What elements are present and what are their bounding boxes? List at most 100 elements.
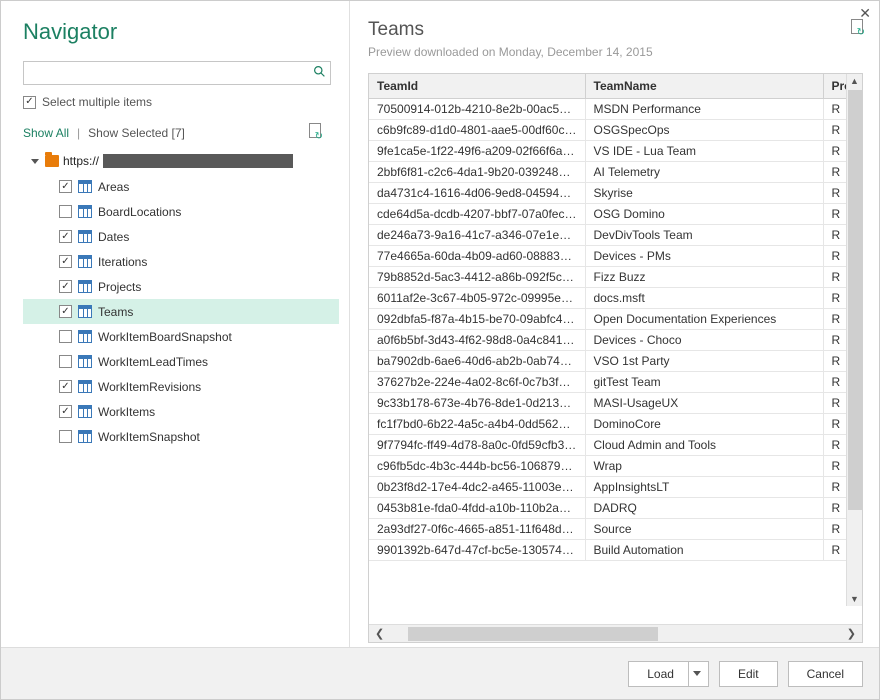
table-row[interactable]: 092dbfa5-f87a-4b15-be70-09abfc4573f9Open… [369, 309, 862, 330]
tree-checkbox[interactable] [59, 205, 72, 218]
cell-teamid: 0453b81e-fda0-4fdd-a10b-110b2a47bf4b [369, 498, 585, 519]
cell-teamid: 0b23f8d2-17e4-4dc2-a465-11003e9b14b4 [369, 477, 585, 498]
data-table: TeamId TeamName Proj 70500914-012b-4210-… [369, 74, 862, 561]
cell-teamid: 37627b2e-224e-4a02-8c6f-0c7b3fe8e815 [369, 372, 585, 393]
cell-teamid: fc1f7bd0-6b22-4a5c-a4b4-0dd5620e2f21 [369, 414, 585, 435]
tree-item-workitemsnapshot[interactable]: WorkItemSnapshot [23, 424, 339, 449]
table-row[interactable]: a0f6b5bf-3d43-4f62-98d8-0a4c841c7fbaDevi… [369, 330, 862, 351]
tree-checkbox[interactable]: ✓ [59, 255, 72, 268]
tree-item-label: WorkItemRevisions [98, 380, 201, 394]
refresh-preview-icon[interactable] [849, 19, 863, 38]
table-row[interactable]: cde64d5a-dcdb-4207-bbf7-07a0fec6c4cfOSG … [369, 204, 862, 225]
table-row[interactable]: da4731c4-1616-4d06-9ed8-0459478e15acSkyr… [369, 183, 862, 204]
table-row[interactable]: 6011af2e-3c67-4b05-972c-09995eef3c8bdocs… [369, 288, 862, 309]
cell-teamname: VS IDE - Lua Team [585, 141, 823, 162]
table-row[interactable]: 9901392b-647d-47cf-bc5e-130574115689Buil… [369, 540, 862, 561]
grid-body: TeamId TeamName Proj 70500914-012b-4210-… [369, 74, 862, 624]
table-row[interactable]: 9fe1ca5e-1f22-49f6-a209-02f66f6ae699VS I… [369, 141, 862, 162]
search-icon[interactable] [308, 65, 330, 81]
table-row[interactable]: 9c33b178-673e-4b76-8de1-0d213cba8643MASI… [369, 393, 862, 414]
cell-teamid: 2bbf6f81-c2c6-4da1-9b20-03924887eaaf [369, 162, 585, 183]
table-row[interactable]: fc1f7bd0-6b22-4a5c-a4b4-0dd5620e2f21Domi… [369, 414, 862, 435]
tree-checkbox[interactable] [59, 330, 72, 343]
cancel-button[interactable]: Cancel [788, 661, 863, 687]
tree-item-dates[interactable]: ✓ Dates [23, 224, 339, 249]
tree-item-projects[interactable]: ✓ Projects [23, 274, 339, 299]
tree-item-label: Dates [98, 230, 129, 244]
tree-item-workitems[interactable]: ✓WorkItems [23, 399, 339, 424]
scroll-left-icon[interactable]: ❮ [369, 627, 390, 640]
tree-item-label: Projects [98, 280, 141, 294]
cell-teamname: Build Automation [585, 540, 823, 561]
tree-checkbox[interactable]: ✓ [59, 305, 72, 318]
tree-root[interactable]: https:// [31, 154, 339, 168]
search-box[interactable] [23, 61, 331, 85]
tree-item-workitemboardsnapshot[interactable]: WorkItemBoardSnapshot [23, 324, 339, 349]
table-row[interactable]: 37627b2e-224e-4a02-8c6f-0c7b3fe8e815gitT… [369, 372, 862, 393]
tree-item-boardlocations[interactable]: BoardLocations [23, 199, 339, 224]
table-row[interactable]: 77e4665a-60da-4b09-ad60-088833861768Devi… [369, 246, 862, 267]
tree-checkbox[interactable]: ✓ [59, 280, 72, 293]
preview-grid: TeamId TeamName Proj 70500914-012b-4210-… [368, 73, 863, 643]
tree-item-iterations[interactable]: ✓Iterations [23, 249, 339, 274]
table-row[interactable]: ba7902db-6ae6-40d6-ab2b-0ab746e7bbb4VSO … [369, 351, 862, 372]
cell-teamid: 70500914-012b-4210-8e2b-00ac5036e6e1 [369, 99, 585, 120]
tree-checkbox[interactable]: ✓ [59, 380, 72, 393]
show-selected-link[interactable]: Show Selected [7] [88, 126, 185, 140]
edit-button[interactable]: Edit [719, 661, 778, 687]
cell-teamname: Devices - PMs [585, 246, 823, 267]
table-row[interactable]: de246a73-9a16-41c7-a346-07e1e5da2ab6DevD… [369, 225, 862, 246]
scroll-right-icon[interactable]: ❯ [841, 627, 862, 640]
show-all-link[interactable]: Show All [23, 126, 69, 140]
tree-checkbox[interactable] [59, 430, 72, 443]
tree-item-workitemrevisions[interactable]: ✓ WorkItemRevisions [23, 374, 339, 399]
tree-item-teams[interactable]: ✓ Teams [23, 299, 339, 324]
table-row[interactable]: 2a93df27-0f6c-4665-a851-11f648dbbdf1Sour… [369, 519, 862, 540]
scroll-down-icon[interactable]: ▼ [850, 594, 859, 604]
preview-header: Teams Preview downloaded on Monday, Dece… [368, 19, 863, 59]
cell-teamname: Source [585, 519, 823, 540]
vscroll-thumb[interactable] [848, 90, 862, 510]
select-multiple-checkbox[interactable]: ✓ [23, 96, 36, 109]
cell-teamname: OSG Domino [585, 204, 823, 225]
col-teamname[interactable]: TeamName [585, 74, 823, 99]
tree-item-workitemleadtimes[interactable]: WorkItemLeadTimes [23, 349, 339, 374]
load-button[interactable]: Load [628, 661, 709, 687]
table-row[interactable]: c6b9fc89-d1d0-4801-aae5-00df60c2879aOSGS… [369, 120, 862, 141]
tree-checkbox[interactable]: ✓ [59, 180, 72, 193]
tree-item-label: Teams [98, 305, 133, 319]
tree-checkbox[interactable]: ✓ [59, 405, 72, 418]
cell-teamid: 092dbfa5-f87a-4b15-be70-09abfc4573f9 [369, 309, 585, 330]
tree-item-label: WorkItemBoardSnapshot [98, 330, 232, 344]
vertical-scrollbar[interactable]: ▲ ▼ [846, 74, 862, 606]
tree-item-areas[interactable]: ✓Areas [23, 174, 339, 199]
table-row[interactable]: 2bbf6f81-c2c6-4da1-9b20-03924887eaafAI T… [369, 162, 862, 183]
col-teamid[interactable]: TeamId [369, 74, 585, 99]
display-options-icon[interactable] [307, 123, 321, 142]
select-multiple-row[interactable]: ✓ Select multiple items [23, 95, 339, 109]
preview-title: Teams [368, 19, 653, 41]
chevron-down-icon[interactable] [31, 159, 39, 164]
table-row[interactable]: 79b8852d-5ac3-4412-a86b-092f5c15b0d6Fizz… [369, 267, 862, 288]
scroll-up-icon[interactable]: ▲ [850, 76, 859, 86]
table-icon [78, 405, 92, 418]
tree-checkbox[interactable]: ✓ [59, 230, 72, 243]
cell-teamid: 77e4665a-60da-4b09-ad60-088833861768 [369, 246, 585, 267]
search-input[interactable] [24, 66, 308, 80]
cell-teamname: Devices - Choco [585, 330, 823, 351]
table-row[interactable]: 0453b81e-fda0-4fdd-a10b-110b2a47bf4bDADR… [369, 498, 862, 519]
table-icon [78, 355, 92, 368]
cell-teamid: 9fe1ca5e-1f22-49f6-a209-02f66f6ae699 [369, 141, 585, 162]
cell-teamid: de246a73-9a16-41c7-a346-07e1e5da2ab6 [369, 225, 585, 246]
table-row[interactable]: c96fb5dc-4b3c-444b-bc56-10687973ebe6Wrap… [369, 456, 862, 477]
table-icon [78, 380, 92, 393]
tree-checkbox[interactable] [59, 355, 72, 368]
horizontal-scrollbar[interactable]: ❮ ❯ [369, 624, 862, 642]
table-row[interactable]: 9f7794fc-ff49-4d78-8a0c-0fd59cfb33c4Clou… [369, 435, 862, 456]
cell-teamname: DADRQ [585, 498, 823, 519]
table-row[interactable]: 70500914-012b-4210-8e2b-00ac5036e6e1MSDN… [369, 99, 862, 120]
table-row[interactable]: 0b23f8d2-17e4-4dc2-a465-11003e9b14b4AppI… [369, 477, 862, 498]
cell-teamname: OSGSpecOps [585, 120, 823, 141]
hscroll-thumb[interactable] [408, 627, 658, 641]
load-dropdown-icon[interactable] [688, 662, 708, 686]
